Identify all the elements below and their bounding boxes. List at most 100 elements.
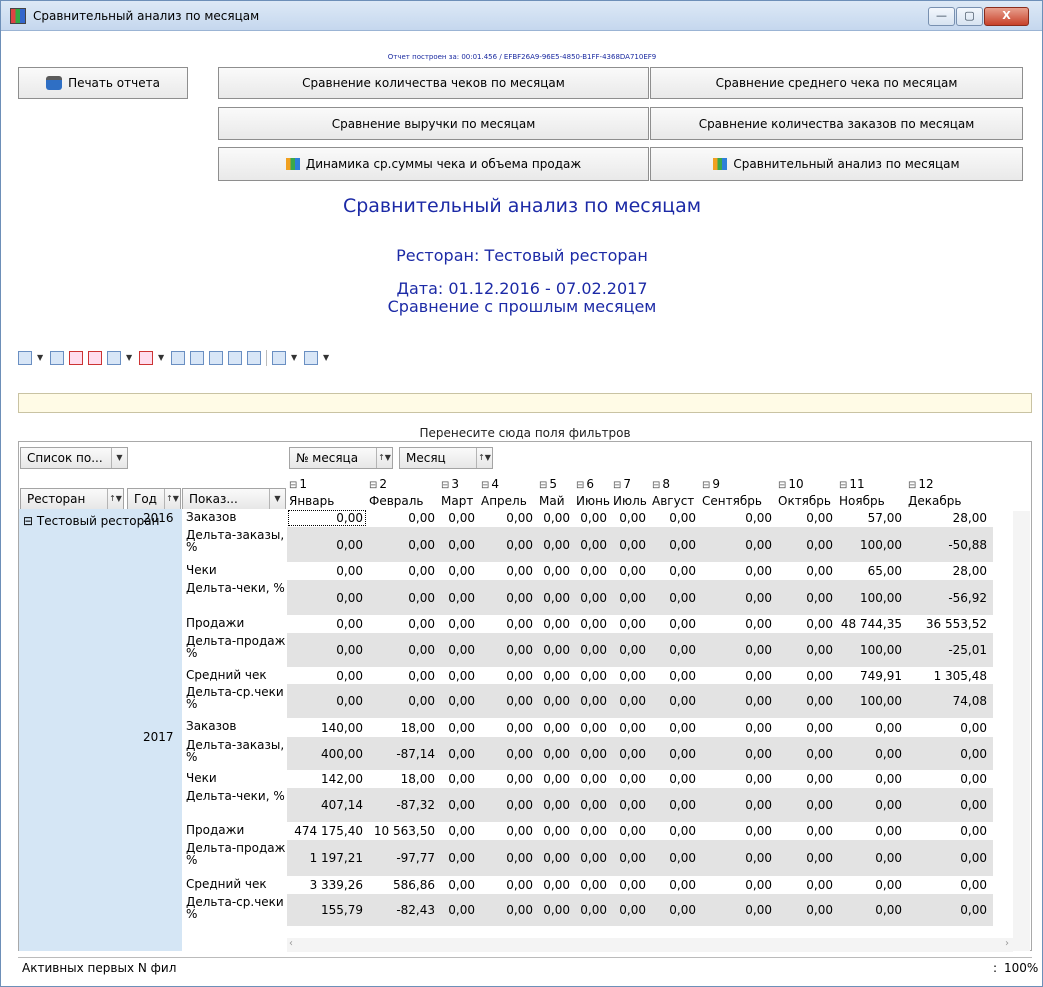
table-cell[interactable]: 0,00: [776, 527, 837, 562]
table-cell[interactable]: 749,91: [837, 667, 906, 684]
table-cell[interactable]: 0,00: [611, 788, 650, 822]
chevron-down-icon[interactable]: ▼: [158, 351, 166, 365]
expand-icon[interactable]: [88, 351, 102, 365]
sort-icon[interactable]: ↑▼: [107, 489, 123, 509]
table-cell[interactable]: 0,00: [611, 667, 650, 684]
table-cell[interactable]: 74,08: [906, 684, 991, 718]
export-icon[interactable]: [18, 351, 32, 365]
table-cell[interactable]: 0,00: [700, 840, 776, 876]
table-cell[interactable]: 28,00: [906, 509, 991, 527]
table-cell[interactable]: 0,00: [479, 580, 537, 615]
table-cell[interactable]: 0,00: [367, 684, 439, 718]
table-cell[interactable]: 0,00: [611, 684, 650, 718]
table-cell[interactable]: 0,00: [611, 737, 650, 770]
table-cell[interactable]: 0,00: [700, 684, 776, 718]
table-cell[interactable]: 0,00: [650, 684, 700, 718]
table-cell[interactable]: 0,00: [574, 718, 611, 737]
table-cell[interactable]: 1 197,21: [287, 840, 367, 876]
table-cell[interactable]: 0,00: [367, 562, 439, 580]
measure-row-label[interactable]: Дельта-заказы, %: [186, 529, 286, 553]
table-cell[interactable]: 0,00: [776, 633, 837, 667]
rows-icon[interactable]: [107, 351, 121, 365]
column-header[interactable]: 1 Январь: [287, 476, 367, 512]
measure-row-label[interactable]: Дельта-ср.чеки %: [186, 686, 286, 710]
table-cell[interactable]: 0,00: [574, 667, 611, 684]
table-cell[interactable]: 0,00: [700, 527, 776, 562]
table-cell[interactable]: 0,00: [537, 876, 574, 894]
format-icon[interactable]: [209, 351, 223, 365]
table-cell[interactable]: 0,00: [650, 770, 700, 788]
table-cell[interactable]: -97,77: [367, 840, 439, 876]
table-cell[interactable]: 0,00: [837, 840, 906, 876]
table-cell[interactable]: 0,00: [650, 509, 700, 527]
month-field-button[interactable]: Месяц ↑▼: [399, 447, 493, 469]
table-cell[interactable]: 0,00: [776, 509, 837, 527]
vertical-scrollbar[interactable]: [1013, 511, 1030, 951]
table-cell[interactable]: 0,00: [287, 667, 367, 684]
year-row-header-2016[interactable]: 2016: [143, 511, 174, 525]
table-cell[interactable]: 0,00: [439, 667, 479, 684]
table-cell[interactable]: 0,00: [479, 894, 537, 926]
table-cell[interactable]: 0,00: [287, 684, 367, 718]
table-cell[interactable]: 48 744,35: [837, 615, 906, 633]
table-cell[interactable]: 0,00: [439, 615, 479, 633]
measure-row-label[interactable]: Заказов: [186, 720, 286, 732]
table-cell[interactable]: 0,00: [700, 509, 776, 527]
table-cell[interactable]: 0,00: [479, 770, 537, 788]
table-cell[interactable]: 0,00: [479, 840, 537, 876]
table-cell[interactable]: 0,00: [776, 894, 837, 926]
totals-icon[interactable]: [171, 351, 185, 365]
table-cell[interactable]: 0,00: [479, 822, 537, 840]
measure-row-label[interactable]: Дельта-ср.чеки %: [186, 896, 286, 920]
scroll-left-icon[interactable]: ‹: [289, 938, 293, 949]
table-cell[interactable]: 0,00: [776, 770, 837, 788]
table-cell[interactable]: 0,00: [439, 527, 479, 562]
column-header[interactable]: 6 Июнь: [574, 476, 611, 512]
table-cell[interactable]: 3 339,26: [287, 876, 367, 894]
table-cell[interactable]: 0,00: [700, 894, 776, 926]
table-cell[interactable]: 0,00: [479, 615, 537, 633]
table-cell[interactable]: 0,00: [776, 876, 837, 894]
table-cell[interactable]: 0,00: [537, 788, 574, 822]
table-cell[interactable]: 0,00: [611, 876, 650, 894]
table-cell[interactable]: 0,00: [650, 633, 700, 667]
table-cell[interactable]: 0,00: [650, 822, 700, 840]
table-cell[interactable]: 0,00: [776, 822, 837, 840]
table-cell[interactable]: 0,00: [367, 667, 439, 684]
table-cell[interactable]: 0,00: [537, 840, 574, 876]
table-cell[interactable]: 407,14: [287, 788, 367, 822]
table-cell[interactable]: 0,00: [611, 718, 650, 737]
table-cell[interactable]: 100,00: [837, 633, 906, 667]
chevron-down-icon[interactable]: ▼: [126, 351, 134, 365]
sort-icon[interactable]: ↑▼: [376, 448, 392, 468]
avg-check-comparison-button[interactable]: Сравнение среднего чека по месяцам: [650, 67, 1023, 99]
comparative-analysis-button[interactable]: Сравнительный анализ по месяцам: [650, 147, 1023, 181]
table-cell[interactable]: 0,00: [611, 527, 650, 562]
table-cell[interactable]: 0,00: [537, 718, 574, 737]
measure-row-label[interactable]: Дельта-чеки, %: [186, 582, 286, 594]
table-cell[interactable]: 0,00: [439, 822, 479, 840]
table-cell[interactable]: 0,00: [650, 562, 700, 580]
measure-row-label[interactable]: Заказов: [186, 511, 286, 523]
table-cell[interactable]: 0,00: [537, 633, 574, 667]
table-cell[interactable]: 0,00: [574, 788, 611, 822]
table-cell[interactable]: 0,00: [776, 788, 837, 822]
table-cell[interactable]: 0,00: [574, 580, 611, 615]
table-cell[interactable]: 0,00: [611, 562, 650, 580]
table-cell[interactable]: 0,00: [537, 562, 574, 580]
table-cell[interactable]: 0,00: [287, 562, 367, 580]
horizontal-scrollbar[interactable]: ‹ ›: [287, 938, 1013, 952]
measure-row-label[interactable]: Дельта-продаж %: [186, 842, 286, 866]
table-cell[interactable]: 0,00: [611, 840, 650, 876]
table-cell[interactable]: 0,00: [439, 894, 479, 926]
table-cell[interactable]: 0,00: [611, 822, 650, 840]
column-header[interactable]: 11 Ноябрь: [837, 476, 906, 512]
title-bar[interactable]: Сравнительный анализ по месяцам — ▢ X: [1, 1, 1042, 31]
table-cell[interactable]: 142,00: [287, 770, 367, 788]
table-cell[interactable]: 0,00: [574, 615, 611, 633]
table-cell[interactable]: 0,00: [537, 527, 574, 562]
table-cell[interactable]: 0,00: [537, 737, 574, 770]
table-cell[interactable]: 0,00: [837, 894, 906, 926]
table-cell[interactable]: 0,00: [700, 770, 776, 788]
table-cell[interactable]: 0,00: [287, 633, 367, 667]
